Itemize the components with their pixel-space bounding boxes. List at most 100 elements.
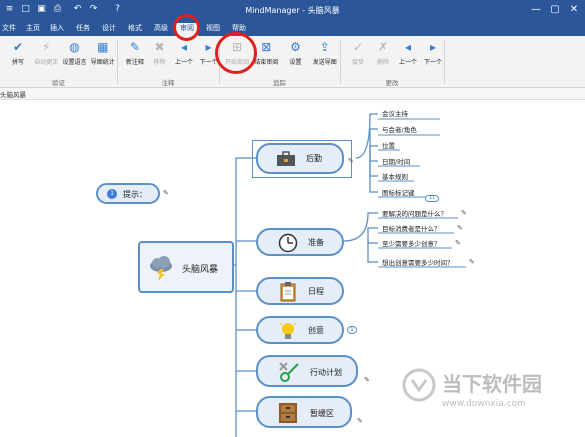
statistics-icon: ▦ (97, 40, 109, 54)
ribbon-group-label: 追踪 (273, 79, 286, 87)
ribbon-button-label: 自动更正 (34, 59, 59, 66)
title-bar: ≡ □ ▣ ⎙ ↶ ↷? MindManager - 头脑风暴 — ▢ ✕ (0, 0, 585, 21)
language-icon: ◍ (69, 40, 80, 54)
clock-icon (278, 233, 298, 253)
branch-ideas[interactable]: 创意 (256, 316, 344, 344)
callout-label: 提示： (123, 190, 147, 199)
highlight-ring-review-tab (173, 14, 200, 41)
watermark-logo (402, 368, 436, 402)
tab-5[interactable]: 格式 (124, 23, 146, 36)
callout-topic[interactable]: 1 提示： (96, 183, 160, 204)
tab-6[interactable]: 高级 (150, 23, 172, 36)
end-review-icon: ⊠ (261, 40, 272, 54)
subtopic[interactable]: 图标标记键 (382, 187, 415, 197)
send-map-button[interactable]: ⇪ 发送导图 (309, 40, 341, 74)
subtopic[interactable]: 位置 (382, 140, 395, 150)
cabinet-icon (279, 403, 297, 423)
ribbon-tab-bar: 文件 主页 插入 任务 设计 格式 高级 审阅 视图 帮助 (0, 21, 585, 36)
tab-3[interactable]: 任务 (72, 23, 94, 36)
ribbon-group-separator (444, 40, 445, 84)
toolbox-icon (277, 151, 295, 166)
settings-icon: ⚙ (290, 40, 301, 54)
ribbon-button-label: 设置 (289, 59, 302, 66)
note-icon[interactable]: ✎ (457, 225, 464, 232)
subtopic[interactable]: 日期/时间 (382, 156, 410, 166)
branch-logistics-label: 后勤 (306, 154, 322, 163)
send-map-icon: ⇪ (319, 40, 330, 54)
autocorrect-button[interactable]: ⚡ 自动更正 (30, 40, 62, 74)
ribbon-button-label: 导图统计 (90, 59, 115, 66)
ribbon-group-label: 更改 (385, 79, 399, 87)
spellcheck-button[interactable]: ✔ 拼写 (2, 40, 34, 74)
note-icon[interactable]: ✎ (163, 190, 170, 197)
note-icon[interactable]: ✎ (455, 240, 462, 247)
subtopic[interactable]: 基本规则 (382, 171, 408, 181)
tic-tac-toe-icon (279, 362, 299, 382)
language-button[interactable]: ◍ 设置语言 (59, 40, 91, 74)
ribbon-group-label: 验证 (52, 79, 65, 87)
branch-parking-lot-label: 暂缓区 (310, 409, 334, 418)
central-topic[interactable]: 头脑风暴 (138, 241, 234, 293)
window-title: MindManager - 头脑风暴 (245, 6, 340, 15)
tab-1[interactable]: 主页 (22, 23, 44, 36)
highlight-ring-start-review (215, 32, 257, 74)
collapse-badge[interactable]: 1 (347, 326, 357, 334)
tab-0[interactable]: 文件 (0, 23, 18, 36)
subtopic[interactable]: 会议主持 (382, 108, 408, 118)
subtopic[interactable]: 目标消费者是什么？ (382, 223, 441, 233)
note-icon[interactable]: ✎ (469, 259, 476, 266)
ribbon-group-label: 注释 (161, 79, 175, 87)
reject-icon: ✗ (377, 40, 389, 54)
ribbon-button-label: 发送导图 (312, 59, 337, 66)
minimize-button[interactable]: — (527, 3, 545, 17)
note-icon[interactable]: ✎ (364, 377, 371, 384)
subtopic[interactable]: 想出创意需要多少时间？ (382, 257, 454, 267)
note-icon[interactable]: ✎ (348, 158, 355, 165)
branch-prepare[interactable]: 准备 (256, 228, 344, 256)
new-comment-icon: ✎ (129, 40, 141, 54)
branch-parking-lot[interactable]: 暂缓区 (256, 396, 352, 428)
spellcheck-icon: ✔ (12, 40, 24, 54)
tab-4[interactable]: 设计 (98, 23, 120, 36)
ribbon: ✔ 拼写 ⚡ 自动更正 ◍ 设置语言 ▦ 导图统计 验证 ✎ 新注释 ✖ 移除 ◂ 上一个 ▸ 下一个 注释 ⊞ 开始… (0, 36, 585, 88)
note-icon[interactable]: ✎ (461, 210, 468, 217)
document-tab[interactable]: 头脑风暴 (0, 89, 26, 99)
close-button[interactable]: ✕ (565, 3, 583, 17)
watermark: 当下软件园 www.downxia.com (402, 364, 582, 422)
callout-badge: 1 (107, 189, 117, 199)
clipboard-icon (280, 282, 296, 302)
collapse-badge[interactable]: 11 (425, 195, 439, 202)
branch-logistics[interactable]: 后勤 (256, 143, 344, 174)
branch-schedule-label: 日程 (308, 287, 324, 296)
branch-action-plan[interactable]: 行动计划 (256, 355, 358, 387)
accept-icon: ✓ (352, 40, 364, 54)
statistics-button[interactable]: ▦ 导图统计 (87, 40, 119, 74)
tab-8[interactable]: 视图 (202, 23, 224, 36)
subtopic[interactable]: 与会者/角色 (382, 124, 417, 134)
watermark-name: 当下软件园 (442, 372, 542, 396)
settings-button[interactable]: ⚙ 设置 (280, 40, 312, 74)
branch-schedule[interactable]: 日程 (256, 277, 344, 305)
subtopic[interactable]: 至少需要多少创意？ (382, 238, 441, 248)
mindmap-canvas[interactable]: 头脑风暴 1 提示： ✎ 后勤 ✎ 准备 日程 创意 1 行动计划 ✎ 暂缓区 … (0, 100, 585, 437)
previous-change-icon: ◂ (404, 40, 412, 54)
branch-prepare-label: 准备 (308, 238, 324, 247)
subtopic[interactable]: 要解决的问题是什么？ (382, 208, 447, 218)
remove-comment-icon: ✖ (154, 40, 165, 54)
next-change-icon: ▸ (429, 40, 437, 54)
storm-cloud-icon (150, 256, 172, 281)
document-tab-bar: 头脑风暴 (0, 88, 585, 100)
branch-ideas-label: 创意 (308, 326, 324, 335)
central-topic-label: 头脑风暴 (182, 265, 219, 275)
autocorrect-icon: ⚡ (42, 40, 51, 54)
ribbon-button-label: 拼写 (11, 59, 24, 66)
restore-button[interactable]: ▢ (546, 3, 564, 17)
tab-2[interactable]: 插入 (46, 23, 68, 36)
ribbon-button-label: 设置语言 (62, 59, 87, 66)
next-comment-icon: ▸ (205, 40, 212, 54)
branch-action-plan-label: 行动计划 (310, 368, 342, 377)
watermark-url: www.downxia.com (442, 399, 526, 409)
note-icon[interactable]: ✎ (357, 418, 364, 425)
lightbulb-icon (279, 322, 297, 339)
previous-comment-icon: ◂ (180, 40, 188, 54)
